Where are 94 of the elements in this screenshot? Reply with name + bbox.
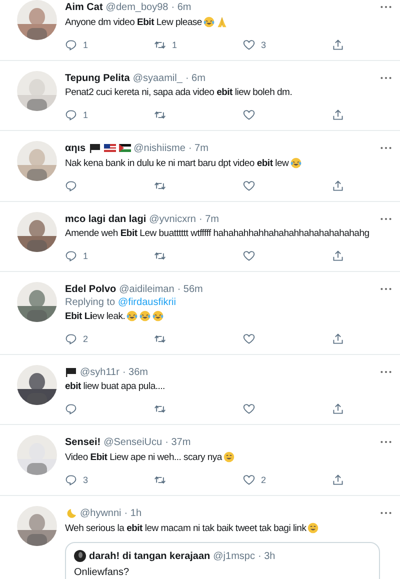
reply-icon[interactable] bbox=[65, 250, 77, 262]
share-icon[interactable] bbox=[332, 474, 344, 486]
laughing-emoji-icon bbox=[152, 310, 164, 322]
tweet-time[interactable]: · 3h bbox=[258, 550, 276, 562]
tweet-text: ebit liew buat apa pula.... bbox=[65, 381, 165, 392]
heart-icon[interactable] bbox=[243, 39, 255, 51]
smiling-emoji-icon bbox=[222, 451, 235, 463]
more-icon[interactable] bbox=[380, 5, 392, 9]
display-name[interactable]: αηιѕ bbox=[65, 142, 86, 154]
display-name[interactable]: Edel Polvo bbox=[65, 284, 116, 294]
display-name[interactable]: Aim Cat bbox=[65, 2, 103, 12]
heart-icon[interactable] bbox=[243, 109, 255, 121]
share-icon[interactable] bbox=[332, 109, 344, 121]
reply-icon[interactable] bbox=[65, 180, 77, 192]
tweet-text: Onliewfans? bbox=[74, 567, 130, 578]
more-icon[interactable] bbox=[380, 76, 392, 80]
display-name[interactable]: darah! di tangan kerajaan bbox=[89, 550, 210, 562]
user-handle[interactable]: @aidileiman bbox=[119, 284, 174, 294]
reply-count: 1 bbox=[83, 40, 88, 50]
retweet-icon[interactable] bbox=[154, 180, 166, 192]
reply-icon[interactable] bbox=[65, 403, 77, 415]
moon-icon bbox=[65, 508, 77, 518]
tweet-time[interactable]: · 7m bbox=[188, 142, 208, 154]
user-handle[interactable]: @hywnni bbox=[80, 508, 122, 518]
tweet-time[interactable]: · 36m bbox=[122, 366, 148, 378]
reply-count: 3 bbox=[83, 475, 88, 485]
tweet-time[interactable]: · 37m bbox=[165, 436, 191, 448]
tweet-time[interactable]: · 6m bbox=[185, 72, 206, 84]
retweet-icon[interactable] bbox=[154, 109, 166, 121]
reply-count: 1 bbox=[83, 251, 88, 261]
quoted-tweet[interactable]: darah! di tangan kerajaan @j1mspc · 3h Onliewfans? bbox=[65, 542, 380, 579]
laughing-emoji-icon bbox=[139, 310, 152, 322]
share-icon[interactable] bbox=[332, 250, 344, 262]
user-handle[interactable]: @nishiisme bbox=[134, 142, 186, 154]
more-icon[interactable] bbox=[380, 217, 392, 221]
smiling-emoji-icon bbox=[307, 522, 320, 534]
retweet-icon[interactable] bbox=[154, 333, 166, 345]
reply-count: 2 bbox=[83, 334, 88, 344]
display-name[interactable]: mco lagi dan lagi bbox=[65, 214, 146, 224]
tweet-text: Anyone dm video Ebit Lew please bbox=[65, 16, 202, 28]
flag-icon bbox=[118, 143, 131, 153]
retweet-count: 1 bbox=[172, 40, 178, 50]
retweet-icon[interactable] bbox=[154, 39, 166, 51]
flag-icon bbox=[88, 143, 101, 153]
tweet-text: Video Ebit Liew ape ni weh... scary nya bbox=[65, 452, 222, 462]
reply-count: 1 bbox=[83, 110, 88, 120]
heart-icon[interactable] bbox=[243, 333, 255, 345]
mention-link[interactable]: @firdausfikrii bbox=[118, 297, 176, 308]
user-handle[interactable]: @syaamil_ bbox=[132, 72, 182, 84]
more-icon[interactable] bbox=[380, 146, 392, 150]
flag-icon bbox=[104, 143, 116, 153]
reply-icon[interactable] bbox=[65, 109, 77, 121]
like-count: 3 bbox=[261, 40, 266, 50]
tweet-text: Nak kena bank in dulu ke ni mart baru dpt video ebit lew bbox=[65, 158, 289, 168]
retweet-icon[interactable] bbox=[154, 474, 166, 486]
tweet-time[interactable]: · 56m bbox=[177, 284, 203, 294]
user-handle[interactable]: @syh11r bbox=[80, 366, 120, 378]
user-handle[interactable]: @j1mspc bbox=[213, 550, 255, 562]
reply-icon[interactable] bbox=[65, 474, 77, 486]
tweet-text: Ebit Liew leak. bbox=[65, 310, 126, 322]
share-icon[interactable] bbox=[332, 333, 344, 345]
user-handle[interactable]: @yvnicxrn bbox=[149, 214, 196, 224]
flag-icon bbox=[65, 367, 77, 377]
more-icon[interactable] bbox=[380, 440, 392, 444]
laughing-emoji-icon bbox=[202, 16, 215, 28]
laughing-emoji-icon bbox=[126, 310, 138, 322]
reply-icon[interactable] bbox=[65, 333, 77, 345]
tweet-time[interactable]: · 6m bbox=[171, 2, 192, 12]
more-icon[interactable] bbox=[380, 370, 392, 374]
user-handle[interactable]: @SenseiUcu bbox=[104, 436, 162, 448]
heart-icon[interactable] bbox=[243, 250, 255, 262]
share-icon[interactable] bbox=[332, 403, 344, 415]
tweet-time[interactable]: · 7m bbox=[198, 214, 219, 224]
laughing-emoji-icon bbox=[290, 157, 302, 169]
share-icon[interactable] bbox=[332, 39, 344, 51]
heart-icon[interactable] bbox=[243, 180, 255, 192]
reply-icon[interactable] bbox=[65, 39, 77, 51]
praying-hands-icon bbox=[216, 16, 228, 28]
replying-label: Replying to bbox=[65, 297, 116, 308]
heart-icon[interactable] bbox=[243, 474, 255, 486]
more-icon[interactable] bbox=[380, 287, 392, 291]
more-icon[interactable] bbox=[380, 511, 392, 515]
tweet-time[interactable]: · 1h bbox=[124, 508, 142, 518]
retweet-icon[interactable] bbox=[154, 250, 166, 262]
display-name[interactable]: Tepung Pelita bbox=[65, 72, 130, 84]
tweet-text: Amende weh Ebit Lew buatttttt wtfffff hahahahhahhahahahhahahahahahahg bbox=[65, 228, 370, 239]
user-handle[interactable]: @dem_boy98 bbox=[106, 2, 168, 12]
display-name[interactable]: Sensei! bbox=[65, 436, 101, 448]
retweet-icon[interactable] bbox=[154, 403, 166, 415]
like-count: 2 bbox=[261, 475, 266, 485]
tweet-text: Penat2 cuci kereta ni, sapa ada video ebit liew boleh dm. bbox=[65, 87, 292, 98]
tweet-text: Weh serious la ebit lew macam ni tak baik tweet tak bagi link bbox=[65, 522, 306, 534]
share-icon[interactable] bbox=[332, 180, 344, 192]
heart-icon[interactable] bbox=[243, 403, 255, 415]
